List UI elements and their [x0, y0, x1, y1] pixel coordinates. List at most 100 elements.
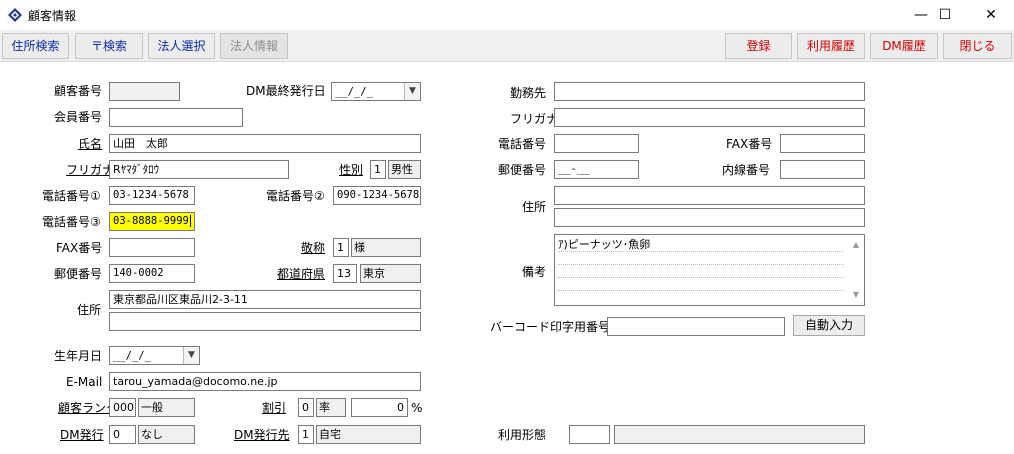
- company-kana-field[interactable]: [554, 108, 865, 127]
- rank-text-field: 一般: [138, 398, 195, 417]
- company-address-label: 住所: [522, 200, 547, 214]
- discount-type-field: 率: [316, 398, 346, 417]
- phone3-label: 電話番号③: [42, 215, 101, 229]
- fax-label: FAX番号: [56, 241, 103, 255]
- address-line1-field[interactable]: 東京都品川区東品川2-3-11: [109, 290, 421, 309]
- prefecture-text-field: 東京: [360, 264, 421, 283]
- company-zip-field[interactable]: __-__: [554, 160, 639, 179]
- extension-field[interactable]: [780, 160, 865, 179]
- scroll-up-icon[interactable]: ▲: [848, 237, 864, 253]
- customer-no-label: 顧客番号: [54, 84, 103, 98]
- honorific-code-field[interactable]: 1: [333, 238, 349, 257]
- company-phone-label: 電話番号: [498, 137, 547, 151]
- dm-dest-code-field[interactable]: 1: [298, 425, 314, 444]
- phone3-field[interactable]: 03-8888-9999: [109, 212, 195, 231]
- dm-dest-label[interactable]: DM発行先: [234, 428, 290, 442]
- dm-last-issue-value: __/_/_: [335, 86, 373, 98]
- notes-rule-line: [558, 277, 844, 278]
- extension-label: 内線番号: [722, 163, 771, 177]
- gender-text-field: 男性: [388, 160, 421, 179]
- rank-code-field[interactable]: 000: [109, 398, 136, 417]
- honorific-label[interactable]: 敬称: [301, 241, 325, 255]
- member-no-label: 会員番号: [54, 110, 103, 124]
- furigana-label[interactable]: フリガナ: [66, 163, 114, 177]
- barcode-label: バーコード印字用番号: [490, 320, 611, 334]
- usage-type-code-field[interactable]: [569, 425, 610, 444]
- company-fax-label: FAX番号: [726, 137, 773, 151]
- company-label: 勤務先: [510, 86, 547, 100]
- prefecture-label[interactable]: 都道府県: [277, 267, 325, 281]
- company-kana-label: フリガナ: [510, 112, 559, 126]
- address-label: 住所: [77, 303, 102, 317]
- title-bar: 顧客情報 — ☐ ✕: [0, 0, 1014, 30]
- gender-label[interactable]: 性別: [339, 163, 363, 177]
- notes-textarea[interactable]: ｱ)ピーナッツ･魚卵 ▲ ▼: [554, 234, 865, 306]
- birthday-combo[interactable]: __/_/_ ▼: [109, 346, 200, 365]
- dm-dest-text-field: 自宅: [316, 425, 421, 444]
- furigana-field[interactable]: Rﾔﾏﾀﾞﾀﾛｳ: [109, 160, 289, 179]
- phone2-field[interactable]: 090-1234-5678: [333, 186, 421, 205]
- zip-field[interactable]: 140-0002: [109, 264, 195, 283]
- company-address-line2-field[interactable]: [554, 208, 865, 227]
- gender-code-field[interactable]: 1: [370, 160, 386, 179]
- scroll-down-icon[interactable]: ▼: [848, 287, 864, 303]
- usage-type-text-field: [614, 425, 865, 444]
- phone1-label: 電話番号①: [42, 189, 101, 203]
- email-label: E-Mail: [66, 375, 103, 389]
- register-button[interactable]: 登録: [725, 33, 792, 59]
- company-zip-label: 郵便番号: [498, 163, 547, 177]
- close-window-button[interactable]: ✕: [968, 0, 1014, 30]
- notes-rule-line: [558, 251, 844, 252]
- dm-history-button[interactable]: DM履歴: [870, 33, 938, 59]
- dm-issue-code-field[interactable]: 0: [109, 425, 136, 444]
- dm-last-issue-label: DM最終発行日: [246, 84, 326, 98]
- notes-scrollbar[interactable]: ▲ ▼: [848, 235, 864, 305]
- discount-value-field[interactable]: 0: [351, 398, 408, 417]
- usage-history-button[interactable]: 利用履歴: [797, 33, 865, 59]
- barcode-field[interactable]: [607, 317, 785, 336]
- zip-search-button[interactable]: 〒検索: [75, 33, 143, 59]
- notes-rule-line: [558, 290, 844, 291]
- honorific-text-field: 様: [351, 238, 421, 257]
- notes-text: ｱ)ピーナッツ･魚卵: [558, 238, 651, 251]
- customer-no-field[interactable]: [109, 82, 180, 101]
- company-field[interactable]: [554, 82, 865, 101]
- chevron-down-icon[interactable]: ▼: [183, 347, 199, 364]
- corp-select-button[interactable]: 法人選択: [148, 33, 215, 59]
- dm-issue-text-field: なし: [138, 425, 195, 444]
- percent-unit: %: [411, 401, 423, 415]
- fax-field[interactable]: [109, 238, 195, 257]
- name-label[interactable]: 氏名: [78, 137, 102, 151]
- app-diamond-icon: [8, 8, 22, 22]
- close-form-button[interactable]: 閉じる: [943, 33, 1012, 59]
- address-line2-field[interactable]: [109, 312, 421, 331]
- chevron-down-icon[interactable]: ▼: [404, 83, 420, 100]
- phone2-label: 電話番号②: [266, 189, 325, 203]
- discount-label[interactable]: 割引: [262, 401, 286, 415]
- company-fax-field[interactable]: [780, 134, 865, 153]
- prefecture-code-field[interactable]: 13: [333, 264, 357, 283]
- company-phone-field[interactable]: [554, 134, 639, 153]
- window-title: 顧客情報: [28, 9, 77, 23]
- notes-rule-line: [558, 264, 844, 265]
- phone1-field[interactable]: 03-1234-5678: [109, 186, 195, 205]
- corp-info-button[interactable]: 法人情報: [220, 33, 288, 59]
- toolbar: 住所検索 〒検索 法人選択 法人情報 登録 利用履歴 DM履歴 閉じる: [0, 30, 1014, 62]
- address-search-button[interactable]: 住所検索: [2, 33, 69, 59]
- notes-label: 備考: [522, 265, 547, 279]
- name-field[interactable]: 山田 太郎: [109, 134, 421, 153]
- email-field[interactable]: tarou_yamada@docomo.ne.jp: [109, 372, 421, 391]
- member-no-field[interactable]: [109, 108, 243, 127]
- auto-input-button[interactable]: 自動入力: [793, 315, 865, 336]
- zip-label: 郵便番号: [54, 267, 103, 281]
- birthday-value: __/_/_: [113, 350, 151, 362]
- birthday-label: 生年月日: [54, 349, 103, 363]
- usage-type-label: 利用形態: [498, 428, 547, 442]
- maximize-button[interactable]: ☐: [922, 0, 968, 30]
- discount-code-field[interactable]: 0: [298, 398, 314, 417]
- text-cursor: [189, 215, 191, 227]
- company-address-line1-field[interactable]: [554, 186, 865, 205]
- dm-issue-label[interactable]: DM発行: [60, 428, 104, 442]
- dm-last-issue-combo[interactable]: __/_/_ ▼: [331, 82, 421, 101]
- phone3-value: 03-8888-9999: [113, 215, 189, 227]
